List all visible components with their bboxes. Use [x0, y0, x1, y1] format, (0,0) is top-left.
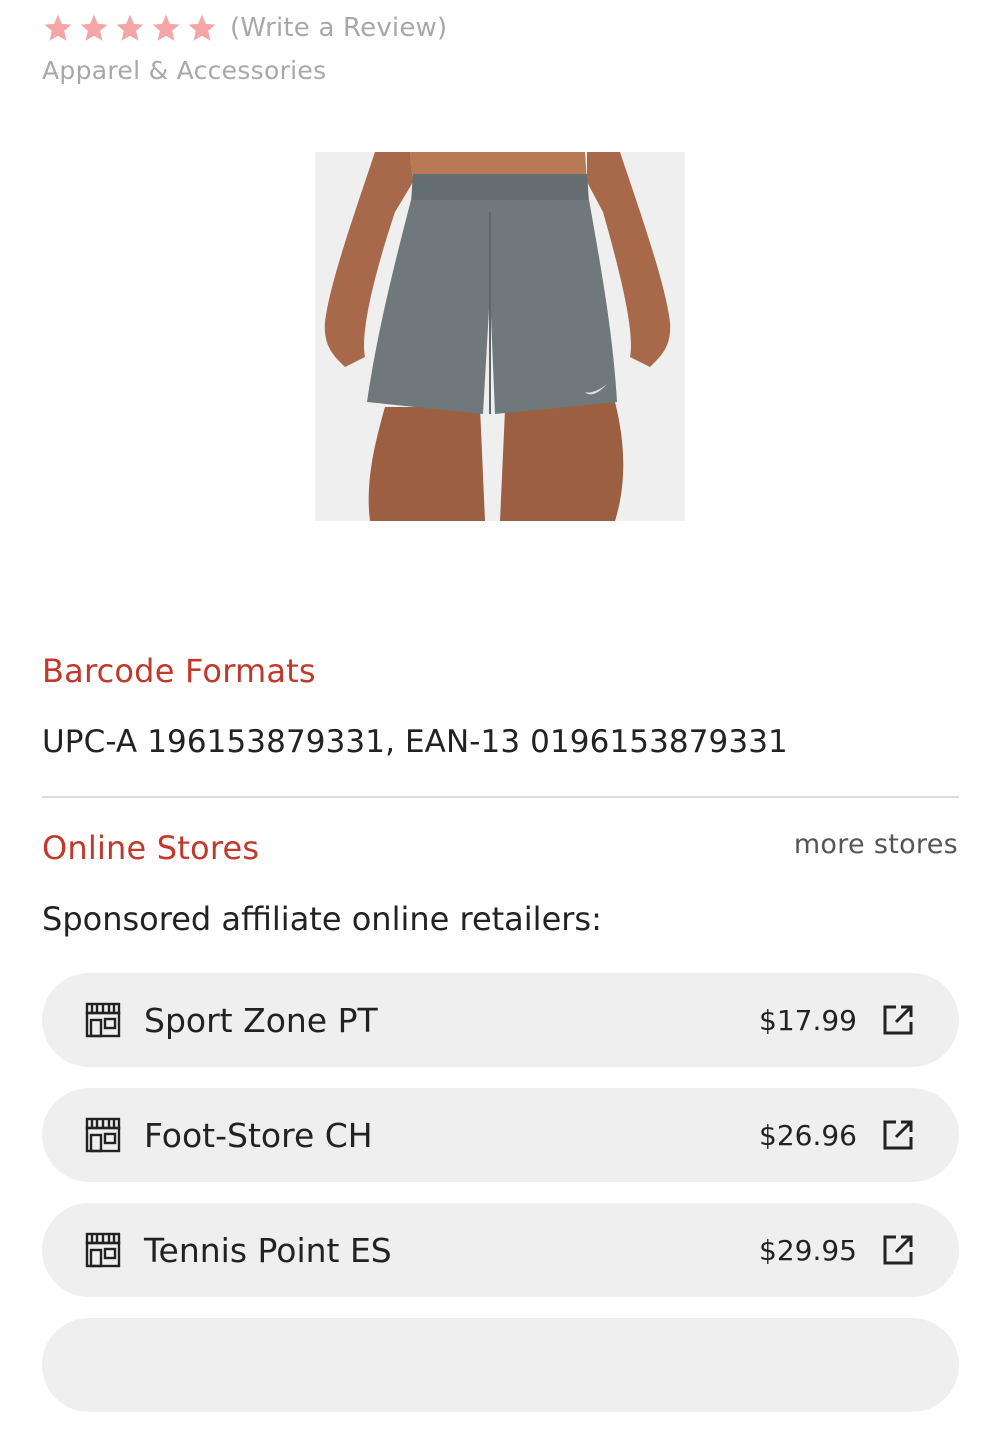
star-icon[interactable]: [78, 12, 110, 44]
write-review-link[interactable]: (Write a Review): [230, 13, 447, 43]
external-link-icon[interactable]: [881, 1233, 915, 1267]
barcode-values: UPC-A 196153879331, EAN-13 0196153879331: [42, 724, 788, 760]
online-stores-title: Online Stores: [42, 829, 260, 867]
store-list: Sport Zone PT $17.99 Foot-Store CH $26.9…: [42, 973, 959, 1433]
more-stores-link[interactable]: more stores: [794, 829, 958, 860]
store-row[interactable]: Tennis Point ES $29.95: [42, 1203, 959, 1297]
external-link-icon[interactable]: [881, 1003, 915, 1037]
star-rating[interactable]: [42, 12, 218, 44]
store-icon: [84, 1231, 122, 1269]
divider: [42, 796, 959, 798]
sponsored-retailers-label: Sponsored affiliate online retailers:: [42, 900, 602, 938]
product-category[interactable]: Apparel & Accessories: [42, 56, 326, 85]
store-name: Foot-Store CH: [144, 1115, 373, 1155]
store-row[interactable]: Sport Zone PT $17.99: [42, 973, 959, 1067]
star-icon[interactable]: [114, 12, 146, 44]
store-price: $29.95: [759, 1233, 857, 1267]
star-icon[interactable]: [186, 12, 218, 44]
product-image: [315, 152, 685, 521]
store-icon: [84, 1001, 122, 1039]
barcode-formats-title: Barcode Formats: [42, 652, 316, 690]
store-row-partial[interactable]: [42, 1318, 959, 1412]
star-icon[interactable]: [42, 12, 74, 44]
star-icon[interactable]: [150, 12, 182, 44]
external-link-icon[interactable]: [881, 1118, 915, 1152]
store-name: Sport Zone PT: [144, 1000, 378, 1040]
store-name: Tennis Point ES: [144, 1230, 392, 1270]
store-icon: [84, 1116, 122, 1154]
store-row[interactable]: Foot-Store CH $26.96: [42, 1088, 959, 1182]
store-price: $17.99: [759, 1003, 857, 1037]
store-price: $26.96: [759, 1118, 857, 1152]
rating-row: (Write a Review): [42, 8, 447, 48]
